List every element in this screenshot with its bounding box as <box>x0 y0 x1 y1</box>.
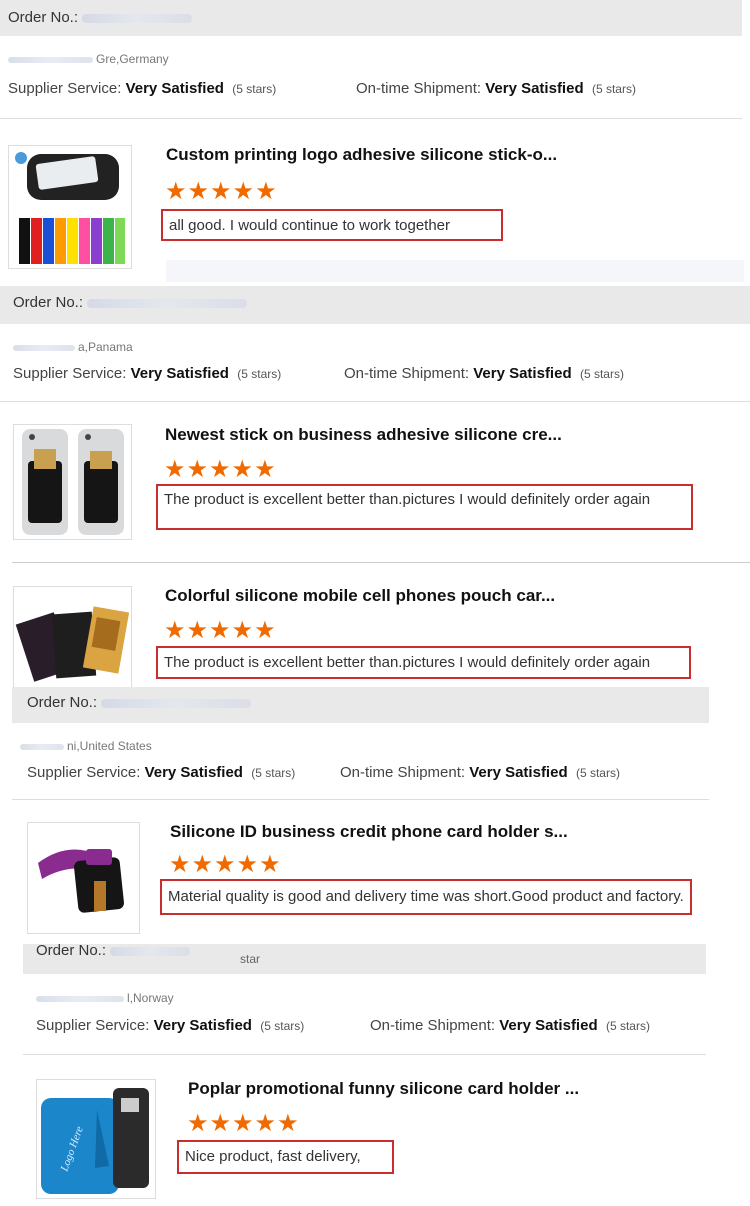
product-title[interactable]: Newest stick on business adhesive silico… <box>165 425 562 445</box>
star-rating: ★★★★★ <box>164 456 277 483</box>
card-holder-stand-image <box>38 849 124 913</box>
stars-note: (5 stars) <box>260 1019 305 1033</box>
review-text: Nice product, fast delivery, <box>177 1140 394 1174</box>
shipment-rating: On-time Shipment: Very Satisfied (5 star… <box>344 365 624 382</box>
stars-note: (5 stars) <box>575 766 620 780</box>
order-number-label: Order No.: <box>8 9 193 26</box>
stars-note: (5 stars) <box>237 367 282 381</box>
faint-bar <box>166 260 744 282</box>
shipment-rating: On-time Shipment: Very Satisfied (5 star… <box>340 764 620 781</box>
shipment-value: Very Satisfied <box>499 1017 598 1034</box>
order-label: Order No.: <box>36 942 107 959</box>
shipment-rating: On-time Shipment: Very Satisfied (5 star… <box>356 80 636 97</box>
shipment-label: On-time Shipment: <box>340 764 466 781</box>
stars-note: (5 stars) <box>605 1019 650 1033</box>
order-suffix: star <box>240 952 261 966</box>
stars-note: (5 stars) <box>232 82 277 96</box>
product-title[interactable]: Colorful silicone mobile cell phones pou… <box>165 586 555 606</box>
review-text: The product is excellent better than.pic… <box>156 646 691 679</box>
country-text: ni,United States <box>67 739 152 753</box>
supplier-label: Supplier Service: <box>27 764 141 781</box>
shipment-label: On-time Shipment: <box>356 80 482 97</box>
divider <box>23 1054 706 1055</box>
phone-card-holder-image <box>22 429 124 535</box>
card-holder-image <box>15 152 125 264</box>
supplier-value: Very Satisfied <box>130 365 229 382</box>
product-thumbnail[interactable] <box>13 586 132 688</box>
buyer-country: l,Norway <box>36 991 174 1005</box>
supplier-label: Supplier Service: <box>36 1017 150 1034</box>
product-title[interactable]: Silicone ID business credit phone card h… <box>170 822 568 842</box>
buyer-country: a,Panama <box>13 340 133 354</box>
order-number-label: Order No.: <box>13 294 248 311</box>
buyer-country: Gre,Germany <box>8 52 169 66</box>
order-number-label: Order No.: <box>36 942 191 959</box>
order-label: Order No.: <box>27 694 98 711</box>
shipment-value: Very Satisfied <box>473 365 572 382</box>
order-label: Order No.: <box>8 9 79 26</box>
product-thumbnail[interactable] <box>27 822 140 934</box>
star-rating: ★★★★★ <box>165 178 278 205</box>
shipment-value: Very Satisfied <box>469 764 568 781</box>
shipment-rating: On-time Shipment: Very Satisfied (5 star… <box>370 1017 650 1034</box>
product-title[interactable]: Poplar promotional funny silicone card h… <box>188 1079 579 1099</box>
star-rating: ★★★★★ <box>164 617 277 644</box>
supplier-service-rating: Supplier Service: Very Satisfied (5 star… <box>36 1017 304 1034</box>
review-text: Material quality is good and delivery ti… <box>160 879 692 915</box>
phone-pouch-image <box>15 606 130 682</box>
shipment-value: Very Satisfied <box>485 80 584 97</box>
supplier-service-rating: Supplier Service: Very Satisfied (5 star… <box>8 80 276 97</box>
divider <box>12 799 709 800</box>
supplier-value: Very Satisfied <box>153 1017 252 1034</box>
shipment-label: On-time Shipment: <box>344 365 470 382</box>
review-text: all good. I would continue to work toget… <box>161 209 503 241</box>
supplier-label: Supplier Service: <box>13 365 127 382</box>
country-text: a,Panama <box>78 340 133 354</box>
country-text: Gre,Germany <box>96 52 169 66</box>
star-rating: ★★★★★ <box>169 851 282 878</box>
supplier-value: Very Satisfied <box>125 80 224 97</box>
stars-note: (5 stars) <box>251 766 296 780</box>
shipment-label: On-time Shipment: <box>370 1017 496 1034</box>
product-thumbnail[interactable] <box>13 424 132 540</box>
divider <box>0 118 742 119</box>
blue-card-holder-image: Logo Here <box>41 1088 149 1194</box>
review-text: The product is excellent better than.pic… <box>156 484 693 530</box>
divider <box>0 401 750 402</box>
buyer-country: ni,United States <box>20 739 152 753</box>
supplier-service-rating: Supplier Service: Very Satisfied (5 star… <box>27 764 295 781</box>
product-thumbnail[interactable]: Logo Here <box>36 1079 156 1199</box>
order-number-label: Order No.: <box>27 694 252 711</box>
divider <box>12 562 750 563</box>
country-text: l,Norway <box>127 991 174 1005</box>
supplier-value: Very Satisfied <box>144 764 243 781</box>
order-label: Order No.: <box>13 294 84 311</box>
stars-note: (5 stars) <box>579 367 624 381</box>
product-thumbnail[interactable] <box>8 145 132 269</box>
supplier-service-rating: Supplier Service: Very Satisfied (5 star… <box>13 365 281 382</box>
stars-note: (5 stars) <box>591 82 636 96</box>
product-title[interactable]: Custom printing logo adhesive silicone s… <box>166 145 557 165</box>
supplier-label: Supplier Service: <box>8 80 122 97</box>
star-rating: ★★★★★ <box>187 1110 300 1137</box>
